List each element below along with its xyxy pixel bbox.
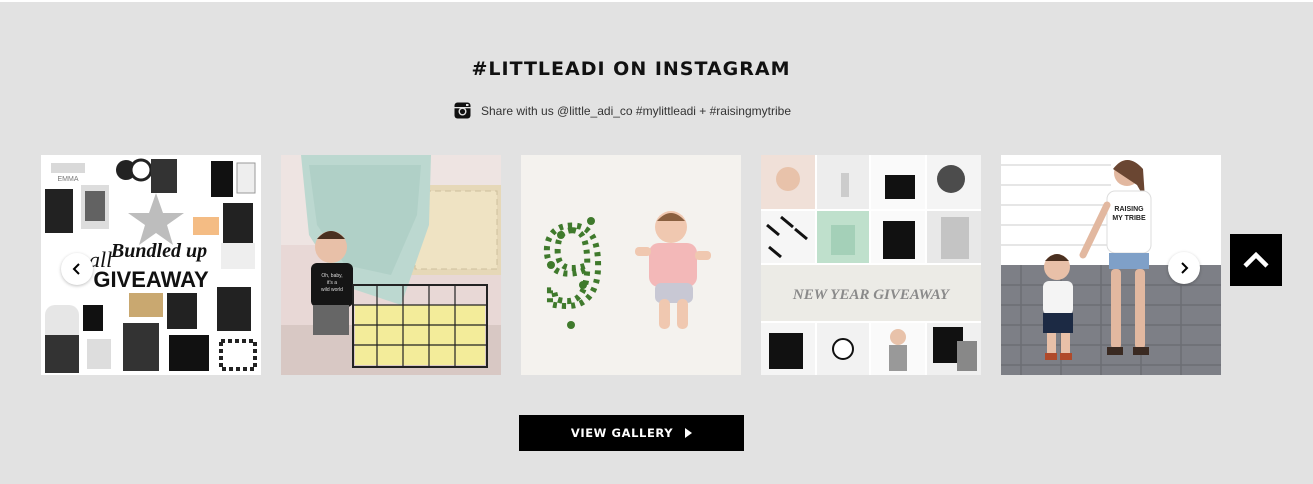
instagram-section: #LITTLEADI ON INSTAGRAM Share with us @l… [0,2,1313,484]
svg-text:Bundled up: Bundled up [110,240,207,262]
view-gallery-label: VIEW GALLERY [570,426,674,440]
svg-text:RAISING: RAISING [1114,206,1144,213]
carousel-next-button[interactable] [1168,252,1200,284]
chevron-up-icon [1243,251,1269,268]
svg-text:wild world: wild world [321,287,343,293]
carousel-prev-button[interactable] [61,253,93,285]
post-4-image: NEW YEAR GIVEAWAY [761,155,981,375]
instagram-post-2[interactable]: Oh, baby, it's a wild world [281,155,501,375]
view-gallery-button[interactable]: VIEW GALLERY [519,415,744,451]
instagram-post-1[interactable]: EMMA all Bundled up GIVEAWAY [41,155,261,375]
instagram-post-5[interactable]: RAISING MY TRIBE [1001,155,1221,375]
chevron-right-icon [1181,262,1189,274]
instagram-post-4[interactable]: NEW YEAR GIVEAWAY [761,155,981,375]
post-3-image: 9 [521,155,741,375]
svg-text:GIVEAWAY: GIVEAWAY [93,267,209,292]
svg-text:NEW YEAR GIVEAWAY: NEW YEAR GIVEAWAY [792,287,951,303]
svg-text:MY TRIBE: MY TRIBE [1112,215,1146,222]
share-text: Share with us @little_adi_co #mylittlead… [481,103,791,118]
chevron-left-icon [72,263,80,275]
post-2-image: Oh, baby, it's a wild world [281,155,501,375]
instagram-icon [454,102,471,119]
back-to-top-button[interactable] [1230,234,1282,286]
instagram-post-3[interactable]: 9 [521,155,741,375]
svg-text:it's a: it's a [327,280,337,286]
section-title: #LITTLEADI ON INSTAGRAM [471,58,791,80]
svg-text:Oh, baby,: Oh, baby, [321,273,342,279]
necklace-tag: EMMA [58,176,79,183]
share-line: Share with us @little_adi_co #mylittlead… [454,102,791,119]
caret-right-icon [685,428,693,438]
